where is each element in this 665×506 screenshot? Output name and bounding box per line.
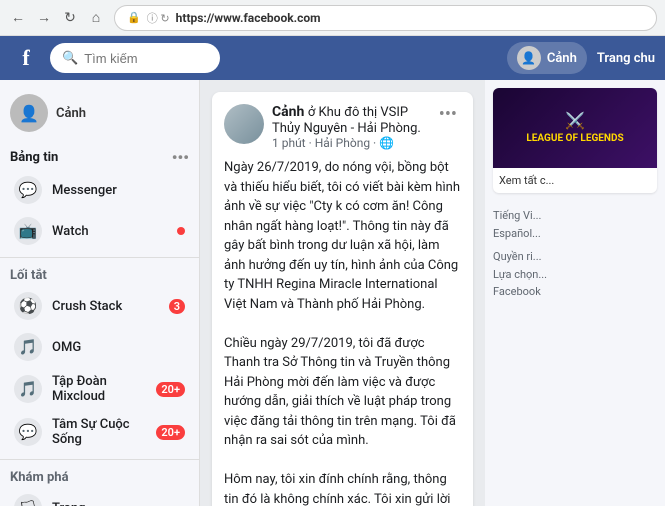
- sidebar-item-trang[interactable]: 🏳 Trang: [4, 488, 195, 506]
- tam-su-badge: 20+: [156, 425, 185, 440]
- facebook-logo: f: [10, 42, 42, 74]
- luc-chon-text: Lựa chọn...: [493, 266, 657, 284]
- search-icon: 🔍: [62, 51, 78, 66]
- sidebar-item-label: Messenger: [52, 183, 117, 198]
- tam-su-icon: 💬: [14, 418, 42, 446]
- sidebar-username: Cảnh: [56, 106, 86, 121]
- sidebar-item-messenger[interactable]: 💬 Messenger: [4, 170, 195, 210]
- sidebar-item-watch[interactable]: 📺 Watch: [4, 211, 195, 251]
- search-input[interactable]: [84, 51, 204, 66]
- post-options-button[interactable]: •••: [435, 104, 461, 125]
- post-avatar[interactable]: [224, 104, 264, 144]
- ad-card: ⚔️ LEAGUE OF LEGENDS Xem tất c...: [493, 88, 657, 193]
- messenger-icon: 💬: [14, 176, 42, 204]
- mixcloud-icon: 🎵: [14, 375, 42, 403]
- lang-text: Tiếng Vi... Español... Quyền ri... Lựa c…: [493, 207, 657, 301]
- fb-username: Cảnh: [547, 51, 577, 66]
- sidebar-item-label: Trang: [52, 501, 85, 506]
- post-body: Ngày 26/7/2019, do nóng vội, bồng bột và…: [224, 158, 461, 506]
- avatar: 👤: [10, 94, 48, 132]
- post-header: Cảnh ở Khu đô thị VSIP Thủy Nguyên - Hải…: [224, 104, 461, 150]
- sidebar-item-label: Crush Stack: [52, 299, 122, 314]
- refresh-button[interactable]: ↻: [60, 8, 80, 28]
- kham-pha-label: Khám phá: [10, 470, 69, 485]
- sidebar-item-tam-su[interactable]: 💬 Tâm Sự Cuộc Sống 20+: [4, 411, 195, 453]
- bang-tin-dots[interactable]: •••: [172, 148, 189, 167]
- trang-chu-label[interactable]: Trang chu: [597, 51, 655, 66]
- sidebar-user[interactable]: 👤 Cảnh: [0, 88, 199, 142]
- ad-see-all[interactable]: Xem tất c...: [499, 174, 554, 187]
- facebook-label: Facebook: [493, 283, 657, 301]
- address-bar[interactable]: 🔒 ⓘ ↻ https://www.facebook.com: [114, 5, 657, 31]
- lang-item-1[interactable]: Español...: [493, 225, 657, 243]
- lang-section: Tiếng Vi... Español... Quyền ri... Lựa c…: [493, 201, 657, 307]
- facebook-navbar: f 🔍 👤 Cảnh Trang chu: [0, 36, 665, 80]
- bang-tin-label[interactable]: Bảng tin: [10, 150, 58, 165]
- sidebar-item-crush-stack[interactable]: ⚽ Crush Stack 3: [4, 286, 195, 326]
- left-sidebar: 👤 Cảnh Bảng tin ••• 💬 Messenger 📺 Watch …: [0, 80, 200, 506]
- post-card: Cảnh ở Khu đô thị VSIP Thủy Nguyên - Hải…: [212, 92, 473, 506]
- sidebar-item-label: Tâm Sự Cuộc Sống: [52, 417, 146, 447]
- sidebar-item-label: OMG: [52, 340, 81, 355]
- fb-search-bar[interactable]: 🔍: [50, 43, 220, 73]
- fb-nav-right: 👤 Cảnh Trang chu: [507, 42, 655, 74]
- right-sidebar: ⚔️ LEAGUE OF LEGENDS Xem tất c... Tiếng …: [485, 80, 665, 506]
- rights-text: Quyền ri...: [493, 248, 657, 266]
- post-time: 1 phút · Hải Phòng · 🌐: [272, 136, 427, 150]
- sidebar-item-tap-doan-mixcloud[interactable]: 🎵 Tập Đoàn Mixcloud 20+: [4, 368, 195, 410]
- content-area: Cảnh ở Khu đô thị VSIP Thủy Nguyên - Hải…: [200, 80, 485, 506]
- loi-tat-label: Lối tắt: [10, 268, 47, 283]
- lang-item-0[interactable]: Tiếng Vi...: [493, 207, 657, 225]
- watch-icon: 📺: [14, 217, 42, 245]
- divider: [0, 459, 199, 460]
- sidebar-item-label: Watch: [52, 224, 89, 239]
- loi-tat-section-label: Lối tắt: [0, 264, 199, 285]
- forward-button[interactable]: →: [34, 8, 54, 28]
- omg-icon: 🎵: [14, 333, 42, 361]
- crush-stack-icon: ⚽: [14, 292, 42, 320]
- avatar: 👤: [517, 46, 541, 70]
- lock-icon: 🔒: [127, 11, 141, 24]
- bang-tin-section: Bảng tin •••: [0, 142, 199, 169]
- back-button[interactable]: ←: [8, 8, 28, 28]
- browser-nav: ← → ↻ ⌂: [8, 8, 106, 28]
- main-layout: 👤 Cảnh Bảng tin ••• 💬 Messenger 📺 Watch …: [0, 80, 665, 506]
- sidebar-item-label: Tập Đoàn Mixcloud: [52, 374, 146, 404]
- divider: [0, 257, 199, 258]
- kham-pha-section-label: Khám phá: [0, 466, 199, 487]
- mixcloud-badge: 20+: [156, 382, 185, 397]
- trang-icon: 🏳: [14, 494, 42, 506]
- ad-title: LEAGUE OF LEGENDS: [526, 132, 623, 145]
- watch-notification-dot: [177, 227, 185, 235]
- author-name: Cảnh: [272, 104, 304, 120]
- url-text: https://www.facebook.com: [176, 11, 321, 25]
- ad-text: Xem tất c...: [493, 168, 657, 193]
- fb-user-pill[interactable]: 👤 Cảnh: [507, 42, 587, 74]
- home-button[interactable]: ⌂: [86, 8, 106, 28]
- sidebar-item-omg[interactable]: 🎵 OMG: [4, 327, 195, 367]
- ad-image: ⚔️ LEAGUE OF LEGENDS: [493, 88, 657, 168]
- url-info-icon: ⓘ ↻: [147, 10, 170, 26]
- crush-stack-badge: 3: [169, 299, 185, 314]
- post-meta: Cảnh ở Khu đô thị VSIP Thủy Nguyên - Hải…: [272, 104, 427, 150]
- browser-chrome: ← → ↻ ⌂ 🔒 ⓘ ↻ https://www.facebook.com: [0, 0, 665, 36]
- post-author[interactable]: Cảnh ở Khu đô thị VSIP Thủy Nguyên - Hải…: [272, 104, 427, 136]
